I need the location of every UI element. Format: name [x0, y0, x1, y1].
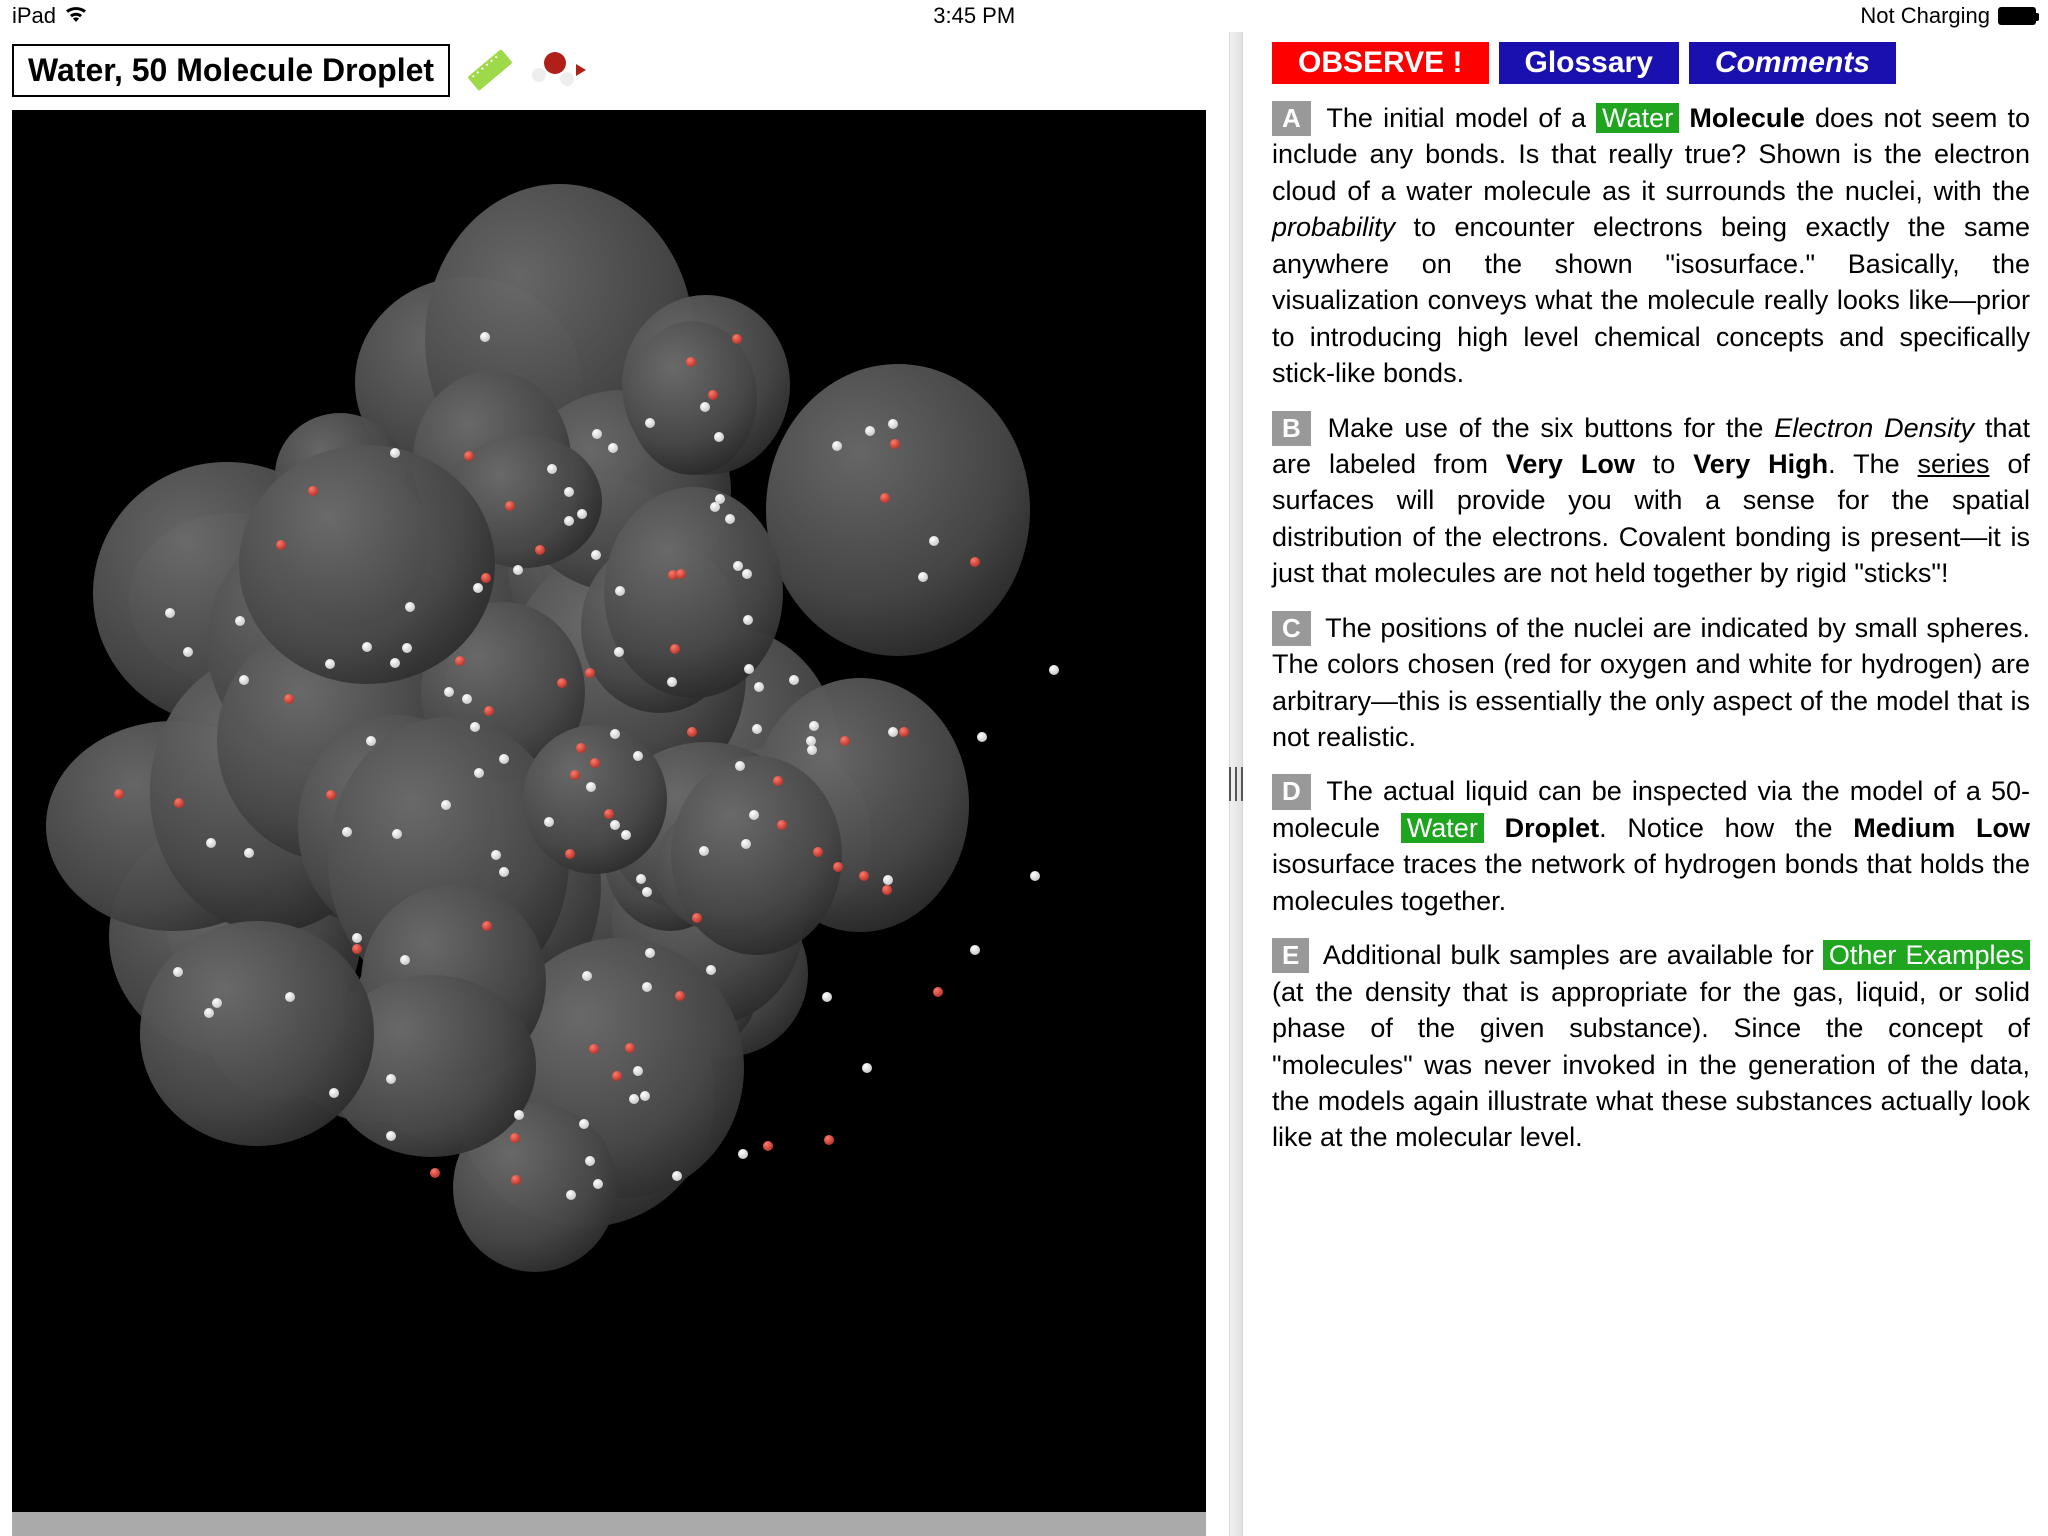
battery-icon: [1998, 7, 2036, 25]
viewer-panel: Water, 50 Molecule Droplet: [0, 32, 1218, 1536]
clock: 3:45 PM: [933, 3, 1015, 29]
label-d: D: [1272, 774, 1311, 809]
splitter[interactable]: [1218, 32, 1254, 1536]
viewer-footer: [12, 1512, 1206, 1536]
paragraph-b: B Make use of the six buttons for the El…: [1272, 410, 2030, 592]
toolbar: Water, 50 Molecule Droplet: [12, 40, 1206, 100]
tab-glossary[interactable]: Glossary: [1499, 42, 1679, 84]
model-title[interactable]: Water, 50 Molecule Droplet: [12, 44, 450, 97]
info-panel: OBSERVE ! Glossary Comments A The initia…: [1254, 32, 2048, 1536]
molecule-viewer[interactable]: [12, 110, 1206, 1512]
link-water-2[interactable]: Water: [1401, 813, 1484, 843]
ruler-icon[interactable]: [466, 46, 514, 94]
label-b: B: [1272, 411, 1311, 446]
paragraph-c: C The positions of the nuclei are indica…: [1272, 610, 2030, 756]
device-label: iPad: [12, 3, 56, 29]
paragraph-a: A The initial model of a Water Molecule …: [1272, 100, 2030, 392]
label-e: E: [1272, 938, 1309, 973]
charge-label: Not Charging: [1860, 3, 1990, 29]
paragraph-e: E Additional bulk samples are available …: [1272, 937, 2030, 1156]
link-water[interactable]: Water: [1596, 103, 1679, 133]
wifi-icon: [64, 3, 88, 29]
link-other-examples[interactable]: Other Examples: [1823, 940, 2030, 970]
paragraph-d: D The actual liquid can be inspected via…: [1272, 773, 2030, 919]
label-a: A: [1272, 101, 1311, 136]
content-body: A The initial model of a Water Molecule …: [1272, 100, 2030, 1156]
molecule-style-icon[interactable]: [530, 46, 582, 94]
tab-comments[interactable]: Comments: [1689, 42, 1896, 84]
status-bar: iPad 3:45 PM Not Charging: [0, 0, 2048, 32]
tab-bar: OBSERVE ! Glossary Comments: [1272, 42, 2030, 84]
label-c: C: [1272, 611, 1311, 646]
tab-observe[interactable]: OBSERVE !: [1272, 42, 1489, 84]
